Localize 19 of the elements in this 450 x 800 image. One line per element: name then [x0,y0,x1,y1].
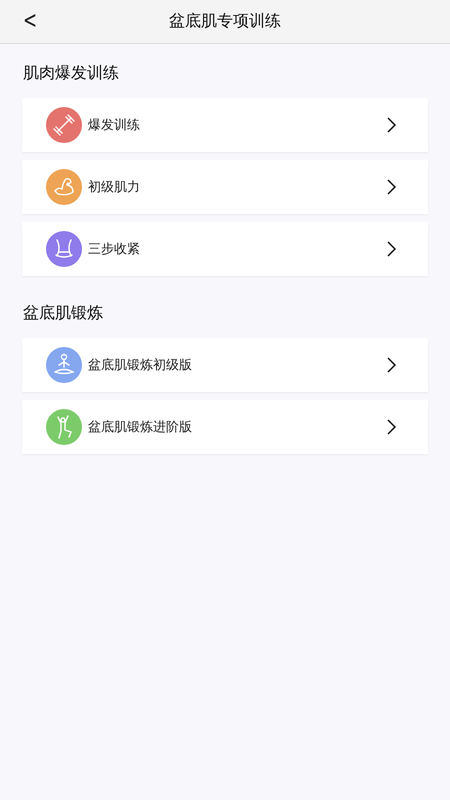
item-label: 初级肌力 [88,179,141,196]
back-button[interactable]: < [18,6,42,34]
page-title: 盆底肌专项训练 [169,11,281,32]
item-label: 盆底肌锻炼初级版 [88,357,193,374]
section-title: 肌肉爆发训练 [23,63,120,84]
item-label: 三步收紧 [88,241,141,258]
chevron-right-icon [386,419,396,435]
chevron-right-icon [386,117,396,133]
chevron-right-icon [386,179,396,195]
list-item[interactable]: 三步收紧 [22,222,428,276]
item-label: 盆底肌锻炼进阶版 [88,419,193,436]
list-item[interactable]: 初级肌力 [22,160,428,214]
section-title: 盆底肌锻炼 [23,303,104,324]
list-item[interactable]: 爆发训练 [22,98,428,152]
list-item[interactable]: 盆底肌锻炼进阶版 [22,400,428,454]
list-item[interactable]: 盆底肌锻炼初级版 [22,338,428,392]
item-label: 爆发训练 [88,117,141,134]
chevron-right-icon [386,357,396,373]
chevron-right-icon [386,241,396,257]
